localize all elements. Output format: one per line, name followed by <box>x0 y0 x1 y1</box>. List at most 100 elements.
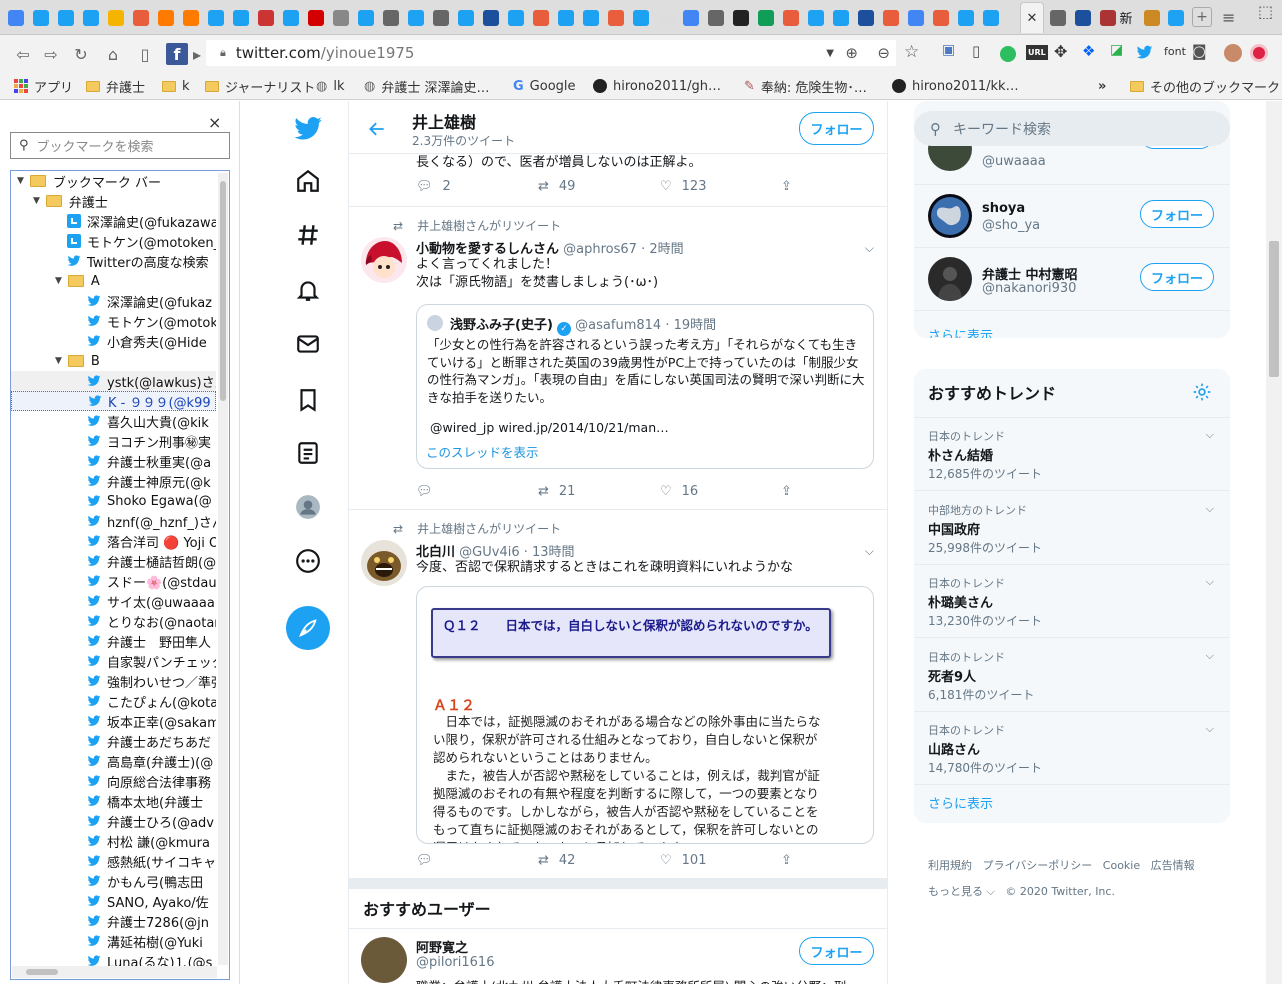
bookmark-github-kk[interactable]: hirono2011/kk… <box>892 77 1019 95</box>
scrollbar-thumb[interactable] <box>1269 241 1279 377</box>
user-handle[interactable]: @sho_ya <box>982 218 1040 233</box>
user-avatar[interactable] <box>928 194 972 238</box>
show-more-users-link[interactable]: さらに表示 <box>928 325 993 338</box>
follow-button[interactable]: フォロー <box>799 112 874 145</box>
bookmark-item[interactable]: 小倉秀夫(@Hide <box>11 331 216 351</box>
avatar[interactable] <box>361 237 407 283</box>
bookmark-star-icon[interactable]: ☆ <box>904 42 919 62</box>
avatar[interactable] <box>361 540 407 586</box>
browser-tab[interactable] <box>204 4 228 31</box>
author-handle[interactable]: @aphros67 <box>563 242 637 257</box>
bookmark-item[interactable]: とりなお(@naotar <box>11 611 216 631</box>
page-scrollbar[interactable] <box>1266 101 1282 984</box>
browser-tab[interactable] <box>4 4 28 31</box>
home-icon[interactable]: ⌂ <box>102 43 124 65</box>
like-button[interactable]: ♡ 16 <box>660 484 698 499</box>
tab-list-icon[interactable]: ≡ <box>1222 8 1235 27</box>
browser-tab[interactable] <box>379 4 403 31</box>
recommend-handle[interactable]: @pilori1616 <box>416 955 494 970</box>
browser-tab[interactable] <box>804 4 828 31</box>
browser-tab[interactable] <box>154 4 178 31</box>
compose-tweet-button[interactable] <box>286 606 330 650</box>
font-extension-icon[interactable]: font <box>1164 45 1186 58</box>
user-row[interactable]: 弁護士 中村憲昭 @nakanori930 フォロー <box>914 248 1230 311</box>
bookmark-google[interactable]: G Google <box>513 77 576 95</box>
bookmark-item[interactable]: 自家製パンチェッタ <box>11 651 216 671</box>
bookmark-item[interactable]: 落合洋司 🔴 Yoji O <box>11 531 216 551</box>
bookmark-item[interactable]: 弁護士7286(@jn <box>11 911 216 931</box>
browser-tab[interactable] <box>954 4 978 31</box>
browser-tab[interactable] <box>529 4 553 31</box>
browser-tab[interactable] <box>904 4 928 31</box>
more-options-icon[interactable] <box>295 548 321 574</box>
show-more-trends-link[interactable]: さらに表示 <box>928 793 993 812</box>
user-avatar[interactable] <box>928 257 972 301</box>
bookmark-folder-journalist[interactable]: ジャーナリスト <box>205 77 315 96</box>
browser-tab[interactable] <box>629 4 653 31</box>
browser-tab[interactable] <box>504 4 528 31</box>
browser-tab[interactable] <box>329 4 353 31</box>
tweet-menu-chevron-icon[interactable]: ⌵ <box>865 241 874 256</box>
messages-envelope-icon[interactable] <box>295 331 321 357</box>
bookmark-lk[interactable]: ◍ lk <box>316 77 344 95</box>
browser-tab[interactable] <box>879 4 903 31</box>
twitter-logo-icon[interactable] <box>293 114 323 144</box>
browser-tab[interactable] <box>829 4 853 31</box>
extension-icon[interactable]: ◙ <box>1192 42 1207 60</box>
browser-tab[interactable] <box>929 4 953 31</box>
user-handle[interactable]: @nakanori930 <box>982 281 1076 296</box>
trend-item[interactable]: 日本のトレンド 朴璐美さん 13,230件のツイート ⌵ <box>914 565 1230 638</box>
bookmark-item[interactable]: かもん弓(鴨志田 <box>11 871 216 891</box>
gear-extension-icon[interactable]: ✥ <box>1054 42 1067 61</box>
profile-icon[interactable] <box>1224 44 1242 62</box>
bookmark-item[interactable]: サイ太(@uwaaaa) <box>11 591 216 611</box>
trend-item[interactable]: 日本のトレンド 死者9人 6,181件のツイート ⌵ <box>914 639 1230 712</box>
browser-tab[interactable] <box>254 4 278 31</box>
bookmark-item[interactable]: 弁護士 野田隼人 <box>11 631 216 651</box>
user-row[interactable]: shoya @sho_ya フォロー <box>914 185 1230 248</box>
window-restore-icon[interactable]: ⬚ <box>1258 2 1273 21</box>
close-tab-icon[interactable]: ✕ <box>1027 11 1038 26</box>
bookmark-item[interactable]: 溝延祐樹(@Yuki <box>11 931 216 951</box>
browser-tab[interactable] <box>679 4 703 31</box>
tweet[interactable]: ⇄ 井上雄樹さんがリツイート 北白川 @GUv4i6 · 13時間 ⌵ 今度、否認… <box>349 510 887 879</box>
browser-tab[interactable] <box>554 4 578 31</box>
browser-tab[interactable] <box>79 4 103 31</box>
notifications-bell-icon[interactable] <box>295 277 321 303</box>
bookmark-github-gh[interactable]: hirono2011/gh… <box>593 77 721 95</box>
author-name[interactable]: 北白川 <box>416 545 455 560</box>
browser-tab[interactable] <box>729 4 753 31</box>
bookmark-item[interactable]: 感熱紙(サイコキャ <box>11 851 216 871</box>
ads-info-link[interactable]: 広告情報 <box>1151 859 1195 872</box>
browser-tab[interactable] <box>104 4 128 31</box>
reply-button[interactable]: 💬︎ 2 <box>416 179 451 194</box>
tweet-menu-chevron-icon[interactable]: ⌵ <box>865 544 874 559</box>
share-button[interactable]: ⇪ <box>781 853 792 868</box>
feedly-icon[interactable]: ◪ <box>1110 42 1123 58</box>
recommend-follow-button[interactable]: フォロー <box>799 937 874 965</box>
browser-tab[interactable] <box>1140 4 1164 31</box>
settings-gear-icon[interactable] <box>1192 382 1212 402</box>
bookmark-fukazawa[interactable]: ◍ 弁護士 深澤論史… <box>364 77 489 96</box>
browser-tab[interactable] <box>779 4 803 31</box>
trend-item[interactable]: 中部地方のトレンド 中国政府 25,998件のツイート ⌵ <box>914 492 1230 565</box>
bookmark-search-input[interactable]: ⚲ ブックマークを検索 <box>10 132 230 159</box>
bookmark-item[interactable]: K - ９９９(@k99 <box>11 391 216 411</box>
like-button[interactable]: ♡ 101 <box>660 853 706 868</box>
tweet-time[interactable]: · 13時間 <box>524 545 575 560</box>
bookmark-hounou[interactable]: ✎ 奉納: 危険生物･… <box>744 77 867 96</box>
new-tab-button[interactable]: + <box>1192 7 1212 27</box>
bookmark-item[interactable]: 弁護士ひろ(@adv <box>11 811 216 831</box>
bookmark-item[interactable]: ヨコチン刑事㊙実 <box>11 431 216 451</box>
home-icon[interactable] <box>295 168 321 194</box>
bookmark-item[interactable]: 弁護士あだちあだ <box>11 731 216 751</box>
trend-menu-chevron-icon[interactable]: ⌵ <box>1206 722 1214 736</box>
bookmark-item[interactable]: スドー🌸(@stdau <box>11 571 216 591</box>
bookmark-apps[interactable]: アプリ <box>14 77 73 96</box>
browser-tab[interactable] <box>704 4 728 31</box>
cookie-link[interactable]: Cookie <box>1103 859 1140 872</box>
trend-menu-chevron-icon[interactable]: ⌵ <box>1206 428 1214 442</box>
horizontal-scrollbar[interactable] <box>12 966 217 978</box>
browser-tab[interactable] <box>754 4 778 31</box>
tweet[interactable]: ⇄ 井上雄樹さんがリツイート 小動物を愛するしんさん @aphros67 · 2時… <box>349 207 887 510</box>
